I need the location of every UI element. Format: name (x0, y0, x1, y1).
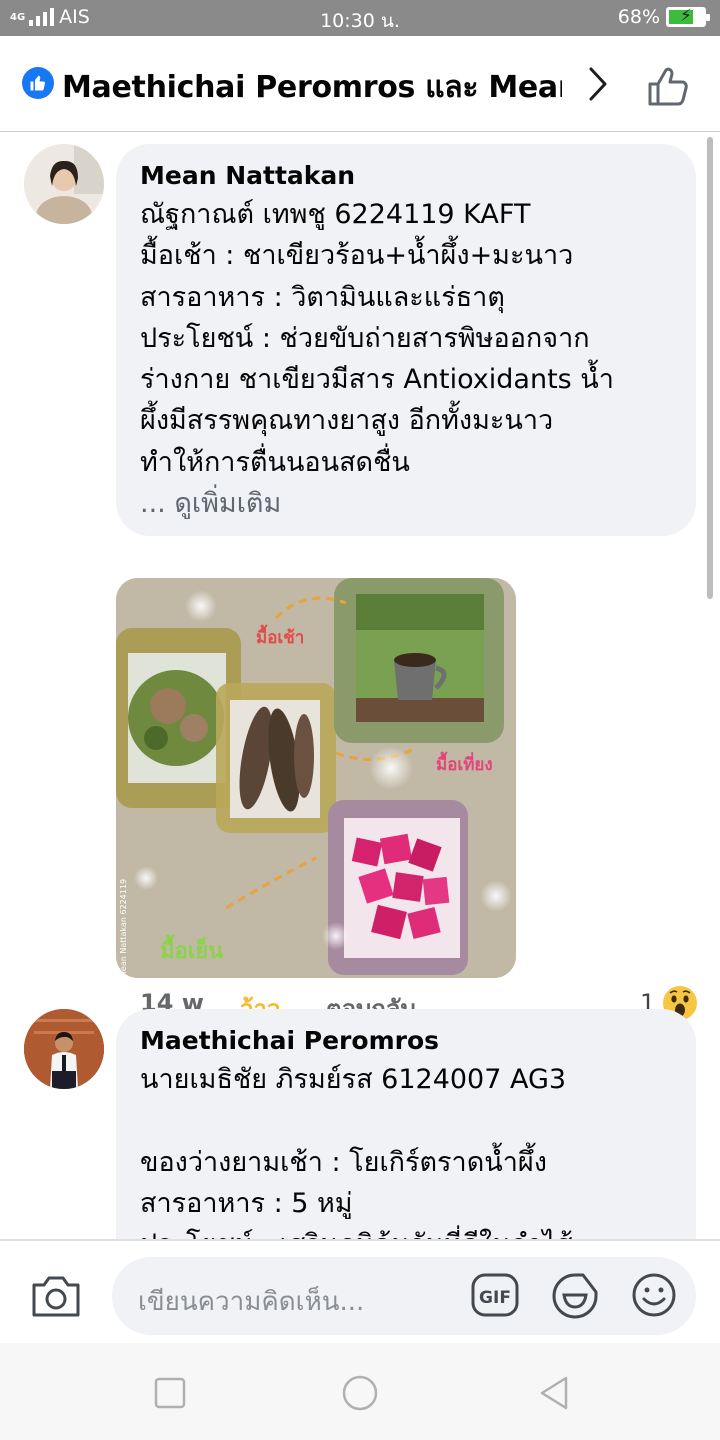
camera-icon[interactable] (30, 1271, 82, 1319)
comment-bubble[interactable]: Maethichai Peromros นายเมธิชัย ภิรมย์รส … (116, 1009, 696, 1239)
gif-icon[interactable]: GIF (470, 1271, 520, 1319)
comments-header: Maethichai Peromros และ Mean ... (0, 36, 720, 132)
comment-text: ณัฐกาณต์ เทพชู 6224119 KAFT มื้อเช้า : ช… (140, 199, 614, 478)
chevron-right-icon[interactable] (582, 64, 614, 104)
comment-author[interactable]: Maethichai Peromros (140, 1023, 672, 1059)
nav-home-icon[interactable] (340, 1373, 380, 1413)
breakfast-label: มื้อเช้า (256, 624, 304, 648)
comments-sheet: Maethichai Peromros และ Mean ... Mean Na… (0, 36, 720, 1440)
dinner-label: มื้อเย็น (160, 934, 223, 964)
comment-text: นายเมธิชัย ภิรมย์รส 6124007 AG3 ของว่างย… (140, 1064, 573, 1239)
scrollbar[interactable] (707, 137, 713, 599)
photo-watermark: Mean Nattakan 6224119 (119, 879, 128, 978)
avatar[interactable] (24, 1009, 104, 1089)
comments-list[interactable]: Mean Nattakan ณัฐกาณต์ เทพชู 6224119 KAF… (0, 133, 720, 1239)
system-nav-bar (0, 1343, 720, 1440)
battery-percent: 68% (617, 6, 660, 28)
sticker-icon[interactable] (550, 1271, 600, 1321)
lunch-label: มื้อเที่ยง (436, 751, 493, 775)
comment-input[interactable]: เขียนความคิดเห็น... GIF (112, 1257, 696, 1335)
svg-text:GIF: GIF (479, 1288, 511, 1308)
comment-bubble[interactable]: Mean Nattakan ณัฐกาณต์ เทพชู 6224119 KAF… (116, 144, 696, 536)
nav-recent-icon[interactable] (150, 1373, 190, 1413)
avatar[interactable] (24, 144, 104, 224)
comment-author[interactable]: Mean Nattakan (140, 158, 672, 194)
status-time: 10:30 น. (320, 10, 400, 32)
reactors-title[interactable]: Maethichai Peromros และ Mean ... (62, 64, 562, 111)
status-right: 68% ⚡ (617, 6, 710, 28)
comment-input-placeholder: เขียนความคิดเห็น... (138, 1287, 365, 1317)
status-bar: 4G AIS 10:30 น. 68% ⚡ (0, 0, 720, 36)
emoji-icon[interactable] (630, 1271, 678, 1319)
battery-icon: ⚡ (666, 6, 710, 27)
thumbs-up-icon[interactable] (644, 62, 692, 110)
comment-composer: เขียนความคิดเห็น... GIF (0, 1239, 720, 1343)
nav-back-icon[interactable] (534, 1373, 574, 1413)
see-more-link[interactable]: ... ดูเพิ่มเติม (140, 483, 672, 524)
like-badge-icon (22, 67, 54, 99)
comment-photo[interactable]: มื้อเช้า มื้อเที่ยง มื้อเย็น Mean Nattak… (116, 578, 516, 978)
meal-collage-image: มื้อเช้า มื้อเที่ยง มื้อเย็น Mean Nattak… (116, 578, 516, 978)
